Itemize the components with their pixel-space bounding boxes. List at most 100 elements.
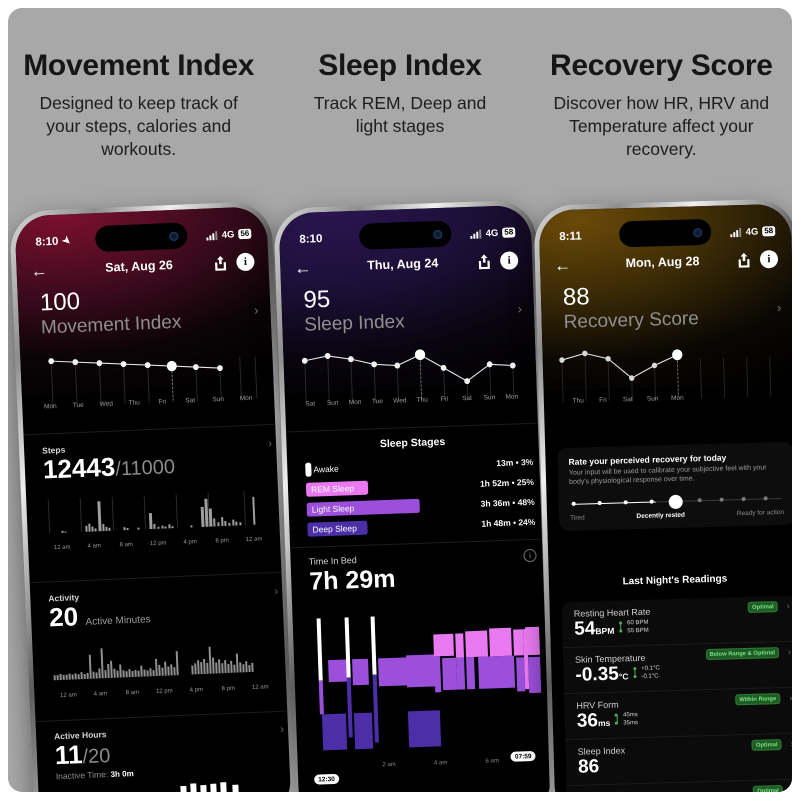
reading-value: 36ms	[577, 710, 611, 732]
status-badge: Within Range	[735, 693, 781, 706]
time-in-bed-block: Time In Bed 7h 29m i	[308, 548, 537, 597]
page-title-movement: Movement Index	[23, 49, 255, 82]
headline-row: Movement Index Designed to keep track of…	[8, 8, 792, 198]
recovery-score-label: Recovery Score	[563, 308, 700, 333]
reading-value: 86	[577, 756, 600, 778]
status-time: 8:11	[559, 230, 582, 244]
phone-mockup-movement: 8:10 ➤ 4G 56 ← Sat, Aug 26 i 100 Movemen…	[9, 200, 297, 792]
battery-indicator: 56	[238, 228, 252, 240]
axis-tick: 4 am	[93, 691, 108, 698]
recovery-score-block: 88 Recovery Score	[563, 282, 699, 334]
slider-step[interactable]	[741, 497, 746, 502]
reading-value: -0.35°C	[575, 663, 628, 686]
back-button[interactable]: ←	[30, 261, 59, 281]
movement-detail-chevron-icon[interactable]: ›	[254, 302, 259, 317]
activity-value-row: 20 Active Minutes	[49, 595, 276, 632]
page-title-recovery: Recovery Score	[550, 49, 773, 82]
stage-value-awake: 13m • 3%	[496, 456, 534, 468]
nav-date-label[interactable]: Mon, Aug 28	[582, 253, 735, 271]
share-icon[interactable]	[211, 254, 230, 273]
slider-step[interactable]	[719, 497, 724, 502]
axis-tick: 12 am	[245, 536, 263, 544]
sleep-stages-list: Awake 13m • 3% REM Sleep 1h 52m • 25% Li…	[305, 453, 536, 541]
axis-tick: 8 am	[125, 690, 140, 697]
info-button[interactable]: i	[499, 251, 519, 270]
recovery-slider[interactable]	[570, 493, 784, 511]
range-low: 55 BPM	[627, 627, 649, 635]
share-icon[interactable]	[735, 251, 753, 269]
slider-step[interactable]	[571, 501, 576, 506]
recovery-score-value: 88	[562, 283, 591, 311]
perceived-recovery-card[interactable]: Rate your perceived recovery for today Y…	[557, 441, 792, 532]
headline-column-2: Sleep Index Track REM, Deep and light st…	[269, 8, 530, 198]
activity-value: 20	[48, 601, 79, 633]
slider-label-mid: Decently rested	[636, 511, 686, 520]
network-label: 4G	[745, 226, 759, 238]
signal-bars-icon	[470, 229, 482, 239]
sleep-hypnogram[interactable]	[306, 605, 544, 763]
trend-tick: Mon	[348, 398, 362, 407]
reading-chevron-icon[interactable]: ›	[789, 693, 792, 703]
steps-goal: /11000	[114, 456, 176, 481]
reading-number: -0.35	[575, 663, 620, 686]
reading-row-skin-temperature[interactable]: Below Range & Optimal › Skin Temperature…	[562, 641, 792, 695]
activity-chevron-icon[interactable]: ›	[274, 584, 279, 598]
trend-tick: Tue	[371, 398, 384, 406]
axis-tick: 8 pm	[215, 538, 229, 545]
slider-step[interactable]	[649, 499, 654, 504]
stage-value-light: 3h 36m • 48%	[480, 496, 535, 509]
phone3-status-bar: 8:11 4G 58	[539, 204, 792, 251]
nav-date-label[interactable]: Thu, Aug 24	[322, 255, 475, 274]
status-badge: Optimal	[753, 785, 783, 792]
active-hours-chevron-icon[interactable]: ›	[280, 722, 285, 736]
reading-chevron-icon[interactable]: ›	[788, 647, 791, 657]
stage-bar-deep: Deep Sleep	[307, 520, 368, 537]
info-button[interactable]: i	[759, 249, 779, 269]
reading-chevron-icon[interactable]: ›	[787, 601, 790, 611]
reading-range: 60 BPM 55 BPM	[619, 619, 649, 638]
slider-step[interactable]	[597, 501, 602, 506]
reading-number: 86	[577, 756, 600, 778]
back-button[interactable]: ←	[554, 255, 582, 274]
slider-knob[interactable]	[668, 494, 683, 509]
back-button[interactable]: ←	[294, 258, 323, 278]
reading-row-resting-heart-rate[interactable]: Optimal › Resting Heart Rate 54BPM 60 BP…	[561, 595, 792, 649]
reading-chevron-icon[interactable]: ›	[790, 739, 792, 749]
steps-bar-chart	[44, 482, 270, 543]
stage-value-rem: 1h 52m • 25%	[479, 476, 535, 489]
trend-tick: Sat	[622, 396, 633, 404]
trend-tick: Mon	[239, 394, 253, 403]
axis-tick: 12 pm	[149, 540, 167, 548]
slider-step[interactable]	[623, 500, 628, 505]
reading-row-hrv-form[interactable]: Within Range › HRV Form 36ms 45ms 35ms	[564, 687, 792, 741]
inactive-time-value: 3h 0m	[110, 769, 134, 780]
sleep-detail-chevron-icon[interactable]: ›	[517, 301, 522, 316]
status-badge: Optimal	[751, 739, 782, 751]
reading-unit: BPM	[595, 625, 615, 637]
page-subtitle-movement: Designed to keep track of your steps, ca…	[39, 92, 238, 160]
page-title-sleep: Sleep Index	[318, 49, 482, 82]
status-right: 4G 56	[206, 228, 252, 241]
status-right: 4G 58	[730, 226, 776, 238]
status-left: 8:10 ➤	[35, 234, 73, 249]
page-subtitle-sleep: Track REM, Deep and light stages	[313, 92, 487, 136]
info-button[interactable]: i	[236, 252, 255, 272]
trend-tick: Mon	[670, 394, 684, 403]
location-arrow-icon: ➤	[59, 233, 74, 248]
recovery-detail-chevron-icon[interactable]: ›	[777, 300, 782, 315]
share-icon[interactable]	[475, 252, 494, 271]
slider-step[interactable]	[763, 496, 768, 501]
movement-score-label: Movement Index	[40, 311, 182, 339]
steps-section[interactable]: › Steps 12443/11000 12 am 4 am 8 am 12 p…	[42, 436, 272, 552]
steps-chevron-icon[interactable]: ›	[268, 436, 273, 450]
reading-number: 54	[573, 618, 596, 640]
reading-row-sleep-index[interactable]: Optimal › Sleep Index 86	[565, 733, 792, 787]
movement-score-value: 100	[39, 287, 81, 317]
trend-tick: Sun	[212, 395, 225, 404]
phone1-content: 100 Movement Index › Mon Tue Wed Thu Fri…	[14, 206, 291, 792]
active-hours-section[interactable]: › Active Hours 11/20 Inactive Time: 3h 0…	[54, 722, 284, 792]
slider-step[interactable]	[697, 498, 702, 503]
slider-track-fill	[571, 501, 656, 506]
activity-section[interactable]: › Activity 20 Active Minutes 12 am 4 am …	[48, 584, 278, 700]
stage-bar-awake	[305, 462, 312, 477]
